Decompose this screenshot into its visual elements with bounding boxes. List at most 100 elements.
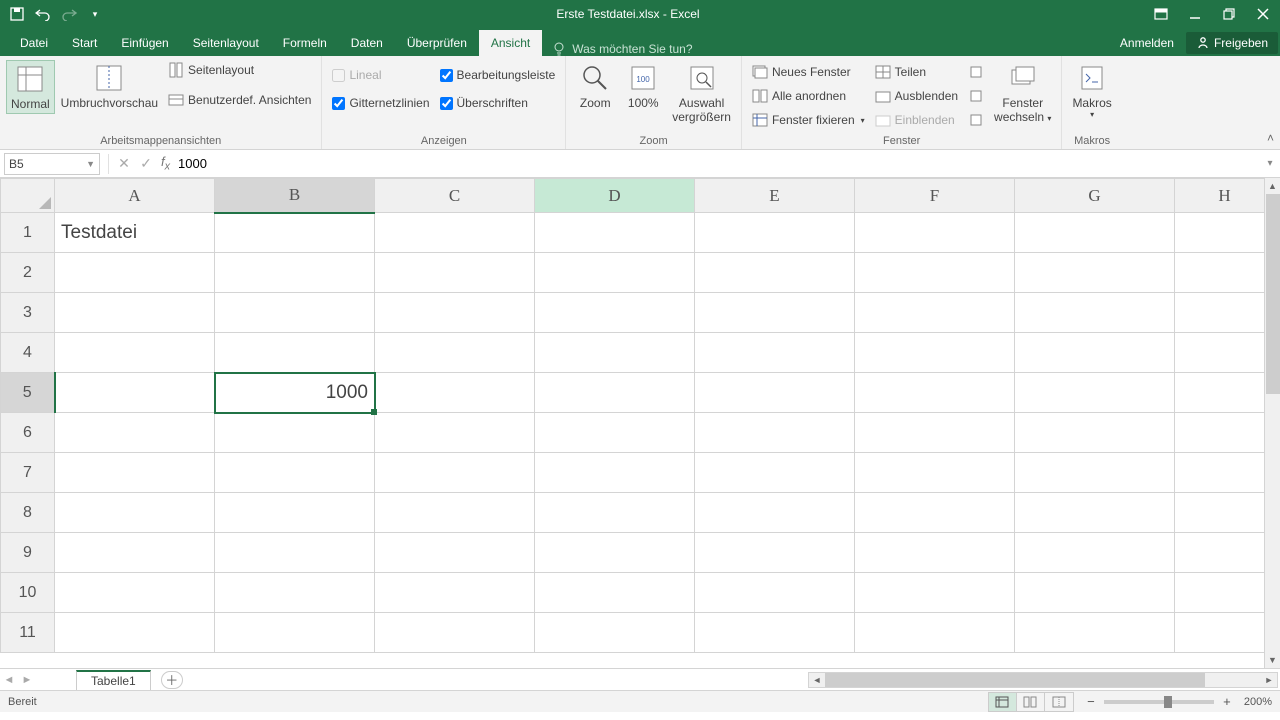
switch-windows-button[interactable]: Fenster wechseln ▾ [990,60,1055,127]
zoom-selection-button[interactable]: Auswahl vergrößern [668,60,735,127]
cell-A9[interactable] [55,533,215,573]
cell-D2[interactable] [535,253,695,293]
cell-G3[interactable] [1015,293,1175,333]
cell-F5[interactable] [855,373,1015,413]
row-header-6[interactable]: 6 [1,413,55,453]
cell-H4[interactable] [1175,333,1275,373]
cell-F7[interactable] [855,453,1015,493]
cell-C3[interactable] [375,293,535,333]
reset-position-button[interactable] [964,110,988,130]
collapse-ribbon-button[interactable]: ˄ [1267,131,1274,145]
scroll-down-button[interactable]: ▼ [1265,652,1280,668]
cell-E3[interactable] [695,293,855,333]
cell-A1[interactable]: Testdatei [55,213,215,253]
select-all-button[interactable] [1,179,55,213]
sheet-nav-next[interactable]: ► [18,674,36,686]
cell-B6[interactable] [215,413,375,453]
enter-formula-button[interactable]: ✓ [135,153,157,175]
tab-file[interactable]: Datei [8,30,60,56]
expand-formula-bar-button[interactable]: ▾ [1260,158,1280,169]
row-header-11[interactable]: 11 [1,613,55,653]
add-sheet-button[interactable]: ＋ [161,671,183,689]
cell-D6[interactable] [535,413,695,453]
tab-pagelayout[interactable]: Seitenlayout [181,30,271,56]
cell-B9[interactable] [215,533,375,573]
col-header-D[interactable]: D [535,179,695,213]
close-button[interactable] [1246,0,1280,28]
page-layout-view-button[interactable]: Seitenlayout [164,60,315,80]
view-pagebreak-button[interactable] [1045,693,1073,711]
arrange-all-button[interactable]: Alle anordnen [748,86,869,106]
normal-view-button[interactable]: Normal [6,60,55,114]
zoom-100-button[interactable]: 100 100% [620,60,666,112]
cell-B10[interactable] [215,573,375,613]
cell-B8[interactable] [215,493,375,533]
cancel-formula-button[interactable]: ✕ [113,153,135,175]
cell-H2[interactable] [1175,253,1275,293]
zoom-out-button[interactable]: − [1084,694,1098,709]
hscroll-thumb[interactable] [825,673,1205,687]
sync-scroll-button[interactable] [964,62,988,82]
tell-me-box[interactable]: Was möchten Sie tun? [542,42,702,56]
cell-A4[interactable] [55,333,215,373]
cell-F8[interactable] [855,493,1015,533]
scroll-right-button[interactable]: ► [1261,675,1277,685]
cell-D4[interactable] [535,333,695,373]
cell-F9[interactable] [855,533,1015,573]
cell-C8[interactable] [375,493,535,533]
spreadsheet-grid[interactable]: ABCDEFGH1Testdatei2345100067891011 ▲ ▼ [0,178,1280,668]
cell-E11[interactable] [695,613,855,653]
cell-H7[interactable] [1175,453,1275,493]
tab-view[interactable]: Ansicht [479,30,542,56]
cell-D1[interactable] [535,213,695,253]
cell-H3[interactable] [1175,293,1275,333]
restore-button[interactable] [1212,0,1246,28]
cell-E8[interactable] [695,493,855,533]
cell-H11[interactable] [1175,613,1275,653]
col-header-H[interactable]: H [1175,179,1275,213]
cell-A11[interactable] [55,613,215,653]
col-header-G[interactable]: G [1015,179,1175,213]
row-header-5[interactable]: 5 [1,373,55,413]
ribbon-options-button[interactable] [1144,0,1178,28]
name-box[interactable]: B5 ▼ [4,153,100,175]
cell-C11[interactable] [375,613,535,653]
cell-E6[interactable] [695,413,855,453]
view-normal-button[interactable] [989,693,1017,711]
cell-E7[interactable] [695,453,855,493]
row-header-1[interactable]: 1 [1,213,55,253]
fx-icon[interactable]: fx [161,154,170,173]
signin-link[interactable]: Anmelden [1108,30,1186,56]
scroll-up-button[interactable]: ▲ [1265,178,1280,194]
zoom-slider[interactable]: − + [1084,694,1234,709]
save-button[interactable] [6,3,28,25]
cell-G10[interactable] [1015,573,1175,613]
cell-F4[interactable] [855,333,1015,373]
cell-B4[interactable] [215,333,375,373]
cell-E2[interactable] [695,253,855,293]
cell-H5[interactable] [1175,373,1275,413]
cell-G7[interactable] [1015,453,1175,493]
cell-G4[interactable] [1015,333,1175,373]
cell-A8[interactable] [55,493,215,533]
cell-C9[interactable] [375,533,535,573]
cell-F2[interactable] [855,253,1015,293]
cell-A10[interactable] [55,573,215,613]
cell-C5[interactable] [375,373,535,413]
cell-H9[interactable] [1175,533,1275,573]
col-header-F[interactable]: F [855,179,1015,213]
scroll-left-button[interactable]: ◄ [809,675,825,685]
cell-G9[interactable] [1015,533,1175,573]
sheet-nav-prev[interactable]: ◄ [0,674,18,686]
sheet-tab-tabelle1[interactable]: Tabelle1 [76,670,151,690]
cell-H8[interactable] [1175,493,1275,533]
cell-D11[interactable] [535,613,695,653]
cell-E1[interactable] [695,213,855,253]
horizontal-scrollbar[interactable]: ◄ ► [808,672,1278,688]
share-button[interactable]: Freigeben [1186,32,1278,54]
tab-formulas[interactable]: Formeln [271,30,339,56]
cell-D9[interactable] [535,533,695,573]
cell-C10[interactable] [375,573,535,613]
tab-insert[interactable]: Einfügen [109,30,180,56]
zoom-thumb[interactable] [1164,696,1172,708]
